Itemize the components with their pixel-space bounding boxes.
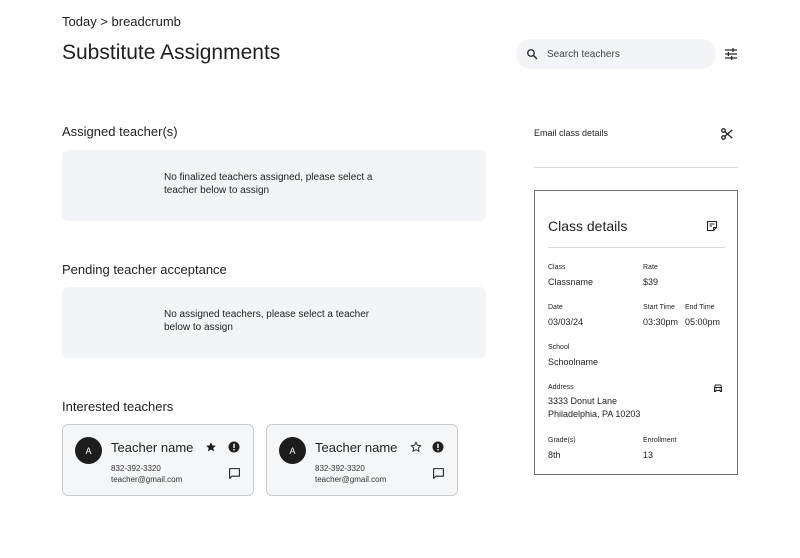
search-bar[interactable] — [516, 39, 716, 69]
date-value: 03/03/24 — [548, 317, 584, 327]
star-outline-icon[interactable] — [410, 441, 422, 453]
teacher-email: teacher@gmail.com — [315, 475, 387, 484]
class-label: Class — [548, 264, 566, 271]
tune-filter-icon[interactable] — [723, 46, 739, 62]
end-time-label: End Time — [685, 304, 715, 311]
teacher-phone: 832-392-3320 — [111, 464, 161, 473]
assigned-section-title: Assigned teacher(s) — [62, 124, 178, 139]
star-filled-icon[interactable] — [205, 441, 217, 453]
teacher-card[interactable]: A Teacher name 832-392-3320 teacher@gmai… — [266, 424, 458, 496]
enrollment-label: Enrollment — [643, 437, 677, 444]
address-line-1: 3333 Donut Lane — [548, 396, 618, 406]
grade-label: Grade(s) — [548, 437, 576, 444]
school-label: School — [548, 344, 570, 351]
interested-section-title: Interested teachers — [62, 399, 174, 414]
avatar: A — [279, 437, 306, 464]
alert-icon — [432, 441, 444, 453]
breadcrumb[interactable]: Today > breadcrumb — [62, 14, 181, 29]
class-details-card: Class details Class Classname Rate $39 D… — [534, 190, 738, 475]
pending-section-title: Pending teacher acceptance — [62, 262, 227, 277]
teacher-phone: 832-392-3320 — [315, 464, 365, 473]
sticky-note-icon[interactable] — [706, 220, 718, 232]
date-label: Date — [548, 304, 563, 311]
start-time-label: Start Time — [643, 304, 675, 311]
teacher-card[interactable]: A Teacher name 832-392-3320 teacher@gmai… — [62, 424, 254, 496]
email-class-details-label[interactable]: Email class details — [534, 128, 608, 138]
rate-value: $39 — [643, 277, 659, 287]
school-value: Schoolname — [548, 357, 599, 367]
pending-empty-message: No assigned teachers, please select a te… — [164, 309, 370, 333]
car-icon[interactable] — [712, 382, 724, 394]
teacher-name: Teacher name — [111, 440, 194, 455]
avatar: A — [75, 437, 102, 464]
chat-icon[interactable] — [228, 467, 241, 480]
address-label: Address — [548, 384, 574, 391]
alert-icon — [228, 441, 240, 453]
search-icon — [527, 49, 538, 60]
divider — [534, 167, 738, 168]
chat-icon[interactable] — [432, 467, 445, 480]
teacher-email: teacher@gmail.com — [111, 475, 183, 484]
rate-label: Rate — [643, 264, 658, 271]
grade-value: 8th — [548, 450, 561, 460]
class-details-title: Class details — [548, 218, 628, 234]
teacher-name: Teacher name — [315, 440, 398, 455]
assigned-empty-message: No finalized teachers assigned, please s… — [164, 172, 373, 196]
enrollment-value: 13 — [643, 450, 654, 460]
divider — [548, 247, 725, 248]
pending-empty-panel: No assigned teachers, please select a te… — [62, 287, 486, 358]
end-time-value: 05:00pm — [685, 317, 721, 327]
scissors-icon[interactable] — [720, 127, 734, 141]
start-time-value: 03:30pm — [643, 317, 679, 327]
page-title: Substitute Assignments — [62, 41, 281, 64]
search-input[interactable] — [547, 48, 707, 60]
address-line-2: Philadelphia, PA 10203 — [548, 409, 641, 419]
assigned-empty-panel: No finalized teachers assigned, please s… — [62, 150, 486, 221]
class-value: Classname — [548, 277, 594, 287]
